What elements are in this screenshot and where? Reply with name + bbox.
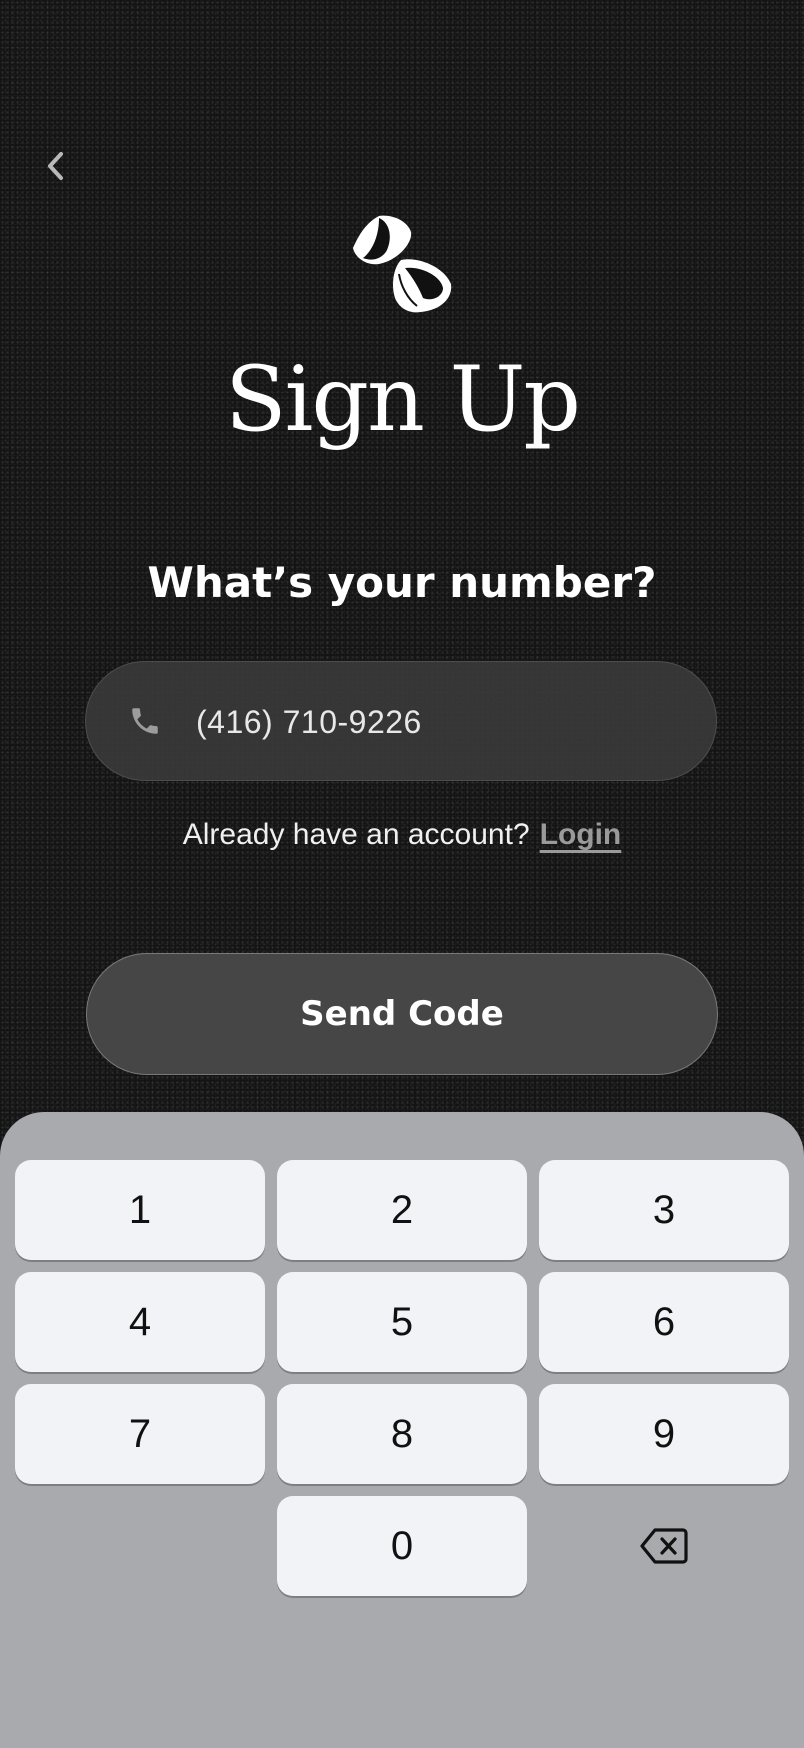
- backspace-icon: [640, 1528, 688, 1564]
- key-5[interactable]: 5: [277, 1272, 527, 1372]
- key-2[interactable]: 2: [277, 1160, 527, 1260]
- key-7[interactable]: 7: [15, 1384, 265, 1484]
- key-3[interactable]: 3: [539, 1160, 789, 1260]
- delete-key[interactable]: [539, 1496, 789, 1596]
- key-6[interactable]: 6: [539, 1272, 789, 1372]
- key-0[interactable]: 0: [277, 1496, 527, 1596]
- phone-icon: [132, 708, 158, 734]
- login-link[interactable]: Login: [540, 818, 622, 851]
- chevron-left-icon: [48, 152, 63, 180]
- phone-number-value: (416) 710-9226: [196, 704, 422, 740]
- key-4[interactable]: 4: [15, 1272, 265, 1372]
- number-prompt: What’s your number?: [147, 558, 657, 607]
- key-9[interactable]: 9: [539, 1384, 789, 1484]
- account-text: Already have an account?: [182, 818, 530, 851]
- key-8[interactable]: 8: [277, 1384, 527, 1484]
- login-prompt-row: Already have an account? Login: [0, 815, 804, 855]
- key-1[interactable]: 1: [15, 1160, 265, 1260]
- send-code-button[interactable]: Send Code: [86, 953, 718, 1075]
- numeric-keypad: 1 2 3 4 5 6 7 8 9 0: [0, 1112, 804, 1748]
- signup-screen: Sign Up What’s your number? (416) 710-92…: [0, 0, 804, 1748]
- phone-number-field[interactable]: (416) 710-9226: [85, 661, 717, 781]
- hourglass-icon: [353, 215, 452, 313]
- page-title: Sign Up: [224, 347, 581, 452]
- back-button[interactable]: [38, 146, 72, 186]
